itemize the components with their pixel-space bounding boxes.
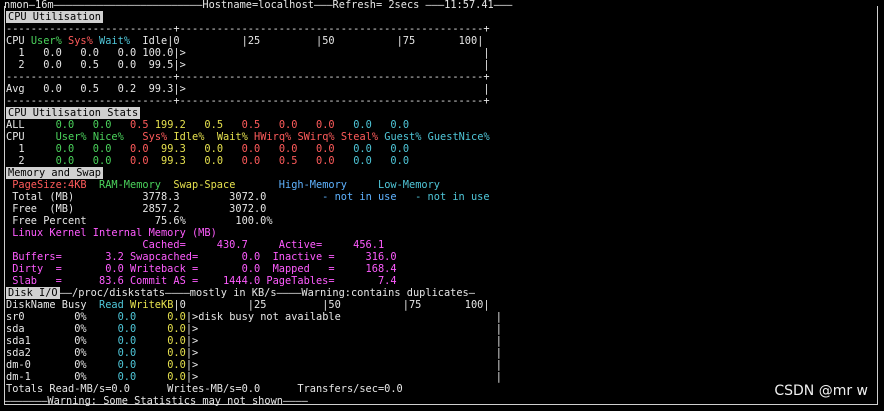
cpu-stat-cell: Wait%: [210, 131, 255, 143]
cpu-stat-cell: Idle%: [173, 131, 211, 143]
cpu-stat-cell: 99.3: [154, 143, 193, 155]
cpu-stat-cell: 0.0: [378, 143, 410, 155]
cpu-stat-cell: 0.5: [192, 119, 230, 131]
cpu-stat-cell: 0.0: [192, 155, 230, 167]
cpu-stat-cell: 0.0: [378, 119, 410, 131]
cpu-stat-cell: 0.0: [303, 155, 341, 167]
cpu-stat-cell: User%: [43, 131, 93, 143]
cpu-stat-cell: 0.0: [303, 119, 341, 131]
cpu-stat-cell: 0.0: [80, 119, 118, 131]
watermark: CSDN @mr w: [774, 383, 868, 399]
cpu-stat-cell: Nice%: [92, 131, 131, 143]
cpu-stat-cell: 0.0: [117, 143, 155, 155]
cpu-stat-cell: 0.0: [340, 143, 379, 155]
cpu-stat-cell: GuestNice%: [427, 131, 490, 143]
cpu-stat-cell: 0.0: [229, 155, 267, 167]
cpu-stat-cell: Sys%: [130, 131, 174, 143]
cpu-stat-cell: 0.0: [43, 155, 81, 167]
cpu-stat-cell: 0.0: [378, 155, 410, 167]
cpu-stat-cell: Steal%: [340, 131, 385, 143]
cpu-stat-cell: 0.0: [340, 155, 379, 167]
cpu-stat-cell: 0.0: [80, 155, 118, 167]
cpu-stat-cell: 99.3: [154, 155, 193, 167]
cpu-stat-cell: 0.0: [43, 119, 81, 131]
cpu-stat-cell: 0.0: [266, 119, 304, 131]
cpu-stat-cell: SWirq%: [297, 131, 341, 143]
cpu-stat-cell: 0.0: [266, 143, 304, 155]
cpu-stat-cell: 0.5: [229, 119, 267, 131]
cpu-stat-cell: 0.5: [266, 155, 304, 167]
cpu-stat-cell: 0.0: [43, 143, 81, 155]
cpu-stat-cell: Guest%: [384, 131, 428, 143]
cpu-stat-cell: 199.2: [154, 119, 193, 131]
cpu-stat-cell: 0.0: [340, 119, 379, 131]
cpu-stat-cell: 0.0: [229, 143, 267, 155]
cpu-stat-cell: 0.0: [303, 143, 341, 155]
cpu-stat-cell: 0.0: [117, 155, 155, 167]
footer-warning: ———————Warning: Some Statistics may not …: [4, 395, 308, 407]
cpu-stat-cell: 0.5: [117, 119, 155, 131]
cpu-stat-cell: HWirq%: [254, 131, 298, 143]
cpu-stat-cell: 0.0: [80, 143, 118, 155]
cpu-stat-cell: 0.0: [192, 143, 230, 155]
